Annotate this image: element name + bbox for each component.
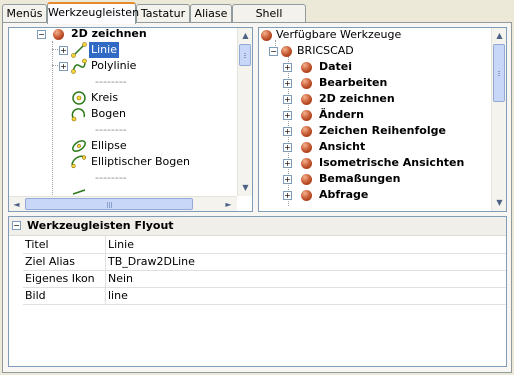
scroll-thumb[interactable]	[25, 198, 193, 210]
collapse-icon[interactable]: −	[12, 221, 21, 230]
circle-tool-icon	[72, 91, 86, 105]
toolbar-node-icon	[301, 62, 312, 73]
expand-icon[interactable]: +	[283, 127, 292, 136]
toolbar-node-icon	[301, 94, 312, 105]
expand-icon[interactable]: +	[283, 159, 292, 168]
toolbar-node-icon	[301, 110, 312, 121]
tree-item-label: Bemaßungen	[319, 172, 401, 185]
collapse-icon[interactable]: −	[37, 30, 46, 39]
properties-section-title: Werkzeugleisten Flyout	[27, 219, 174, 232]
tree-header-label: Verfügbare Werkzeuge	[276, 28, 402, 41]
tab-menus[interactable]: Menüs	[2, 4, 47, 22]
tree-item-label: Datei	[319, 60, 353, 73]
expand-icon[interactable]: +	[283, 79, 292, 88]
property-key: Eigenes Ikon	[25, 272, 95, 285]
tree-node-label: 2D zeichnen	[71, 27, 147, 40]
properties-section-header[interactable]: − Werkzeugleisten Flyout	[9, 217, 506, 236]
tree-item-label: Ändern	[319, 108, 364, 121]
scroll-up-button[interactable]: ▲	[492, 28, 506, 43]
arc-tool-icon	[71, 108, 86, 122]
expand-icon[interactable]: +	[283, 191, 292, 200]
expand-icon[interactable]: +	[283, 63, 292, 72]
property-row[interactable]: Titel Linie	[23, 236, 506, 254]
expand-icon[interactable]: +	[283, 95, 292, 104]
toolbar-node-icon	[301, 158, 312, 169]
toolbar-node-icon	[301, 174, 312, 185]
tree-item-label: Bogen	[91, 107, 126, 120]
tree-item-label: Zeichen Reihenfolge	[319, 124, 446, 137]
property-row[interactable]: Eigenes Ikon Nein	[23, 270, 506, 288]
property-value[interactable]: Nein	[105, 270, 506, 287]
collapse-icon[interactable]: −	[269, 47, 278, 56]
line-tool-icon	[71, 42, 87, 58]
expand-icon[interactable]: +	[283, 111, 292, 120]
tree-item-label: Abfrage	[319, 188, 369, 201]
tree-item-label: Ansicht	[319, 140, 366, 153]
toolbar-node-icon	[301, 126, 312, 137]
tree-item-label: Kreis	[91, 91, 119, 104]
scroll-right-button[interactable]: ►	[221, 197, 236, 211]
tab-shell-commands[interactable]: Shell Befehle	[232, 4, 306, 38]
tree-item-label: Ellipse	[91, 139, 127, 152]
tree-vertical-scrollbar[interactable]: ▲ ▼	[237, 28, 252, 196]
expand-icon[interactable]: +	[59, 46, 68, 55]
elliptical-arc-tool-icon	[71, 155, 87, 169]
polyline-tool-icon	[71, 58, 87, 74]
property-value[interactable]: TB_Draw2DLine	[105, 253, 506, 270]
tree-item-label: 2D zeichnen	[319, 92, 395, 105]
expand-icon[interactable]: +	[59, 62, 68, 71]
toolbar-node-icon	[301, 78, 312, 89]
expand-icon[interactable]: +	[283, 143, 292, 152]
tree-item-label: Isometrische Ansichten	[319, 156, 465, 169]
property-key: Bild	[25, 289, 46, 302]
scroll-up-button[interactable]: ▲	[238, 28, 252, 43]
properties-grid[interactable]: − Werkzeugleisten Flyout Titel Linie Ziel …	[8, 216, 507, 367]
tab-aliases[interactable]: Aliase	[190, 4, 232, 22]
ellipse-tool-icon	[72, 140, 86, 152]
expand-icon[interactable]: +	[283, 175, 292, 184]
toolbar-node-icon	[53, 29, 64, 40]
partial-tool-icon	[72, 189, 86, 195]
tree-vertical-scrollbar[interactable]: ▲ ▼	[491, 28, 506, 211]
tab-toolbars[interactable]: Werkzeugleisten	[47, 2, 139, 24]
toolbar-node-icon	[281, 46, 292, 57]
toolbar-node-icon	[301, 142, 312, 153]
tree-item-label: Bearbeiten	[319, 76, 388, 89]
scroll-left-button[interactable]: ◄	[9, 197, 24, 211]
scroll-thumb[interactable]	[493, 44, 505, 102]
toolbar-tree[interactable]: − 2D zeichnen + Linie + Polylinie ------…	[8, 27, 253, 212]
available-tools-tree[interactable]: Verfügbare Werkzeuge − BRICSCAD + Datei + B…	[258, 27, 507, 212]
tree-item-label: Linie	[89, 42, 119, 58]
property-row[interactable]: Ziel Alias TB_Draw2DLine	[23, 253, 506, 271]
property-value[interactable]: Linie	[105, 236, 506, 253]
tab-keyboard[interactable]: Tastatur	[136, 4, 190, 22]
tree-item-label: Elliptischer Bogen	[91, 155, 191, 168]
tab-panel: − 2D zeichnen + Linie + Polylinie ------…	[2, 22, 512, 373]
scroll-thumb[interactable]	[239, 44, 251, 66]
tree-node-label: BRICSCAD	[297, 44, 354, 57]
tree-item-label: Polylinie	[91, 59, 137, 72]
property-row[interactable]: Bild line	[23, 287, 506, 305]
scroll-down-button[interactable]: ▼	[238, 180, 252, 195]
scroll-down-button[interactable]: ▼	[492, 195, 506, 210]
property-key: Titel	[25, 238, 49, 251]
property-key: Ziel Alias	[25, 255, 76, 268]
tree-horizontal-scrollbar[interactable]: ◄ ►	[9, 196, 237, 211]
property-value[interactable]: line	[105, 287, 506, 304]
header-node-icon	[261, 30, 272, 41]
toolbar-node-icon	[301, 190, 312, 201]
